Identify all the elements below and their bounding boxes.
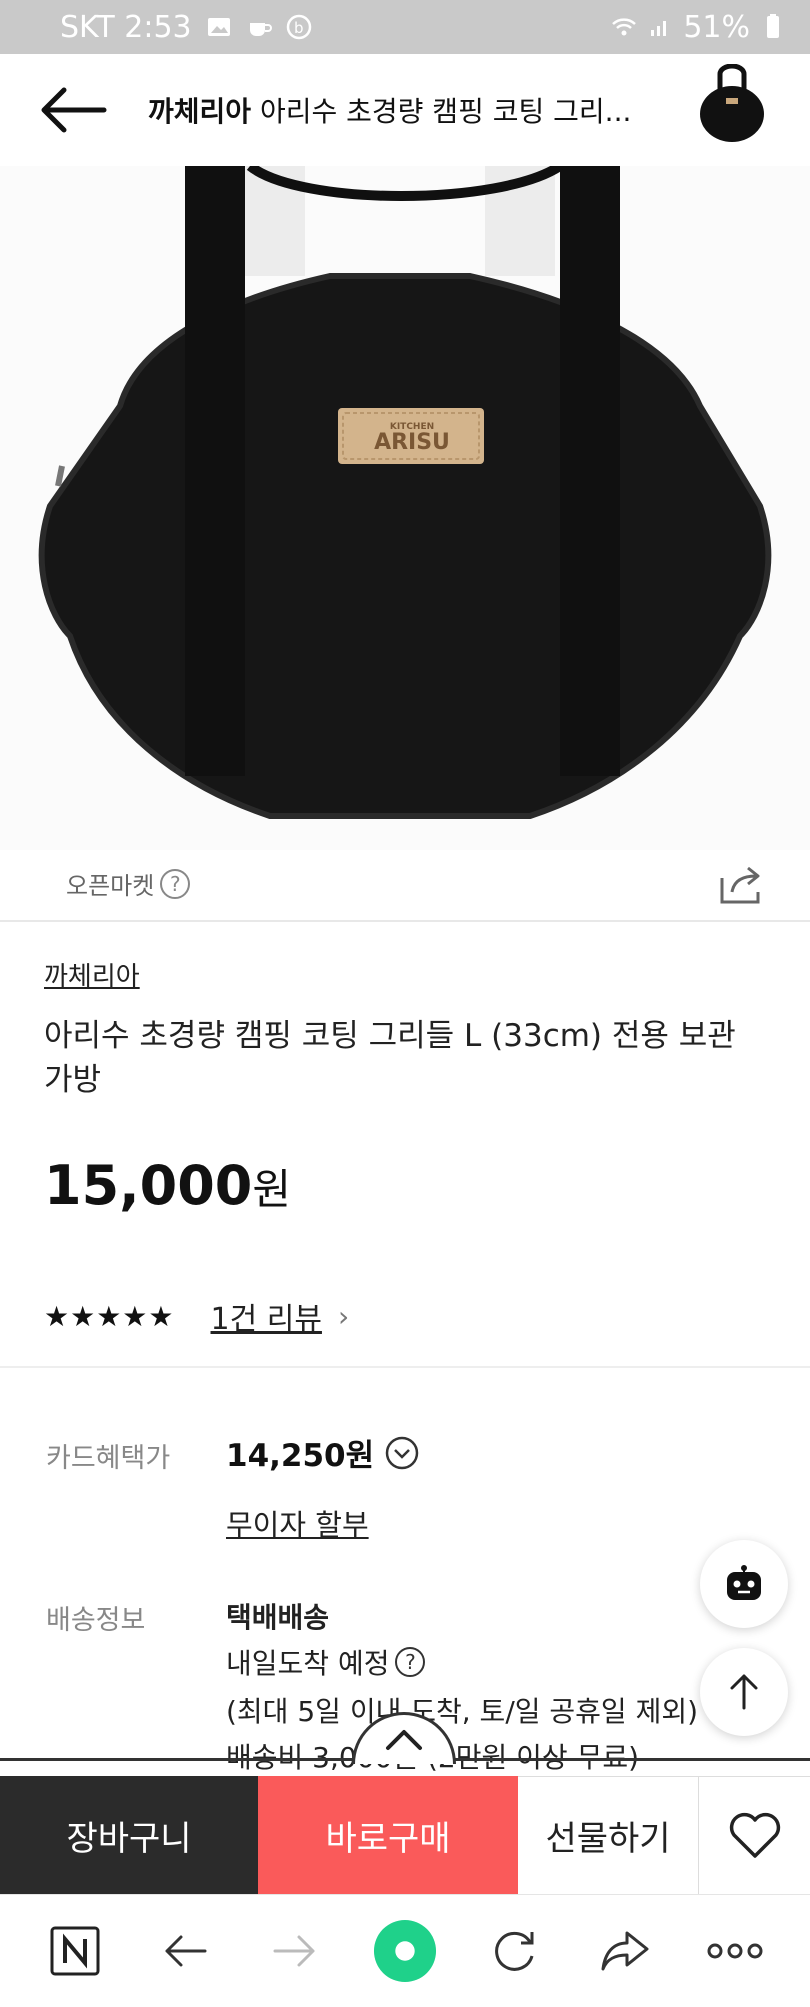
gallery-icon — [207, 18, 230, 36]
arrow-left-icon — [165, 1935, 207, 1967]
help-icon[interactable]: ? — [395, 1647, 426, 1677]
header-title-rest: 아리수 초경량 캠핑 코팅 그리... — [251, 95, 632, 128]
refresh-button[interactable] — [483, 1919, 547, 1983]
action-bar: 장바구니 바로구매 선물하기 — [0, 1776, 810, 1894]
divider — [0, 1366, 810, 1368]
battery-percent: 51% — [683, 9, 750, 45]
more-button[interactable] — [703, 1919, 767, 1983]
bag-logo: KITCHEN ARISU — [362, 422, 462, 454]
share-icon[interactable] — [718, 864, 766, 906]
shipping-eta-text: 내일도착 예정 — [226, 1647, 390, 1680]
shipping-note: (최대 5일 이내 도착, 토/일 공휴일 제외) — [226, 1695, 699, 1728]
b-app-icon: b — [286, 14, 311, 40]
coffee-icon — [249, 23, 272, 36]
openmarket-label: 오픈마켓 — [66, 872, 155, 900]
gift-button[interactable]: 선물하기 — [518, 1776, 698, 1894]
wifi-icon — [612, 18, 637, 36]
battery-icon — [767, 14, 779, 38]
star-rating: ★★★★★ — [44, 1299, 175, 1333]
status-bar: SKT 2:53 b 51% — [0, 0, 810, 54]
browser-nav-bar — [0, 1894, 810, 2007]
arrow-right-icon — [273, 1935, 315, 1967]
heart-icon — [729, 1812, 780, 1858]
review-link[interactable]: 1건 리뷰 — [211, 1294, 322, 1338]
share-arrow-icon — [601, 1931, 649, 1971]
price-unit: 원 — [252, 1165, 292, 1214]
scroll-top-button[interactable] — [700, 1648, 788, 1736]
chatbot-button[interactable] — [700, 1540, 788, 1628]
naver-home-button[interactable] — [43, 1919, 107, 1983]
svg-text:b: b — [294, 19, 304, 37]
header-title: 까체리아 아리수 초경량 캠핑 코팅 그리... — [148, 90, 668, 130]
arrow-up-icon — [730, 1674, 758, 1710]
installment-link[interactable]: 무이자 할부 — [226, 1502, 369, 1544]
back-arrow-icon[interactable] — [38, 80, 110, 140]
card-price-value: 14,250원 — [226, 1438, 375, 1474]
carrier-time: SKT 2:53 — [60, 9, 192, 45]
chevron-up-icon — [386, 1729, 422, 1750]
product-image[interactable]: KITCHEN ARISU — [0, 166, 810, 850]
product-price: 15,000원 — [44, 1154, 291, 1217]
chevron-right-icon: › — [337, 1299, 350, 1333]
green-dot-button[interactable] — [373, 1919, 437, 1983]
price-value: 15,000 — [44, 1154, 253, 1217]
shipping-label: 배송정보 — [46, 1605, 146, 1636]
buy-now-button[interactable]: 바로구매 — [258, 1776, 518, 1894]
card-benefit-price: 14,250원 — [226, 1430, 420, 1475]
openmarket-row: 오픈마켓 ? — [66, 866, 191, 901]
divider — [0, 920, 810, 922]
card-benefit-label: 카드혜택가 — [46, 1443, 171, 1474]
help-icon[interactable]: ? — [160, 868, 191, 899]
robot-icon — [727, 1565, 761, 1600]
browser-back-button[interactable] — [153, 1919, 217, 1983]
brand-link[interactable]: 까체리아 — [44, 956, 140, 993]
bag-illustration — [0, 166, 810, 850]
naver-n-icon — [50, 1926, 100, 1976]
more-dots-icon — [707, 1943, 763, 1959]
shipping-eta: 내일도착 예정 ? — [226, 1642, 426, 1682]
product-name: 아리수 초경량 캠핑 코팅 그리들 L (33cm) 전용 보관가방 — [44, 1018, 736, 1098]
cart-button[interactable]: 장바구니 — [0, 1776, 258, 1894]
header-title-brand: 까체리아 — [148, 95, 252, 128]
browser-forward-button[interactable] — [263, 1919, 327, 1983]
product-header: 까체리아 아리수 초경량 캠핑 코팅 그리... — [0, 54, 810, 166]
bag-logo-main: ARISU — [374, 430, 450, 455]
share-page-button[interactable] — [593, 1919, 657, 1983]
bag-thumbnail[interactable] — [696, 64, 768, 144]
signal-icon — [651, 21, 667, 36]
green-dot-icon — [373, 1919, 437, 1983]
shipping-type: 택배배송 — [226, 1601, 330, 1634]
wishlist-button[interactable] — [698, 1776, 810, 1894]
rating-row: ★★★★★ 1건 리뷰 › — [44, 1294, 349, 1338]
chevron-down-circle-icon[interactable] — [384, 1435, 420, 1471]
refresh-icon — [495, 1931, 534, 1971]
